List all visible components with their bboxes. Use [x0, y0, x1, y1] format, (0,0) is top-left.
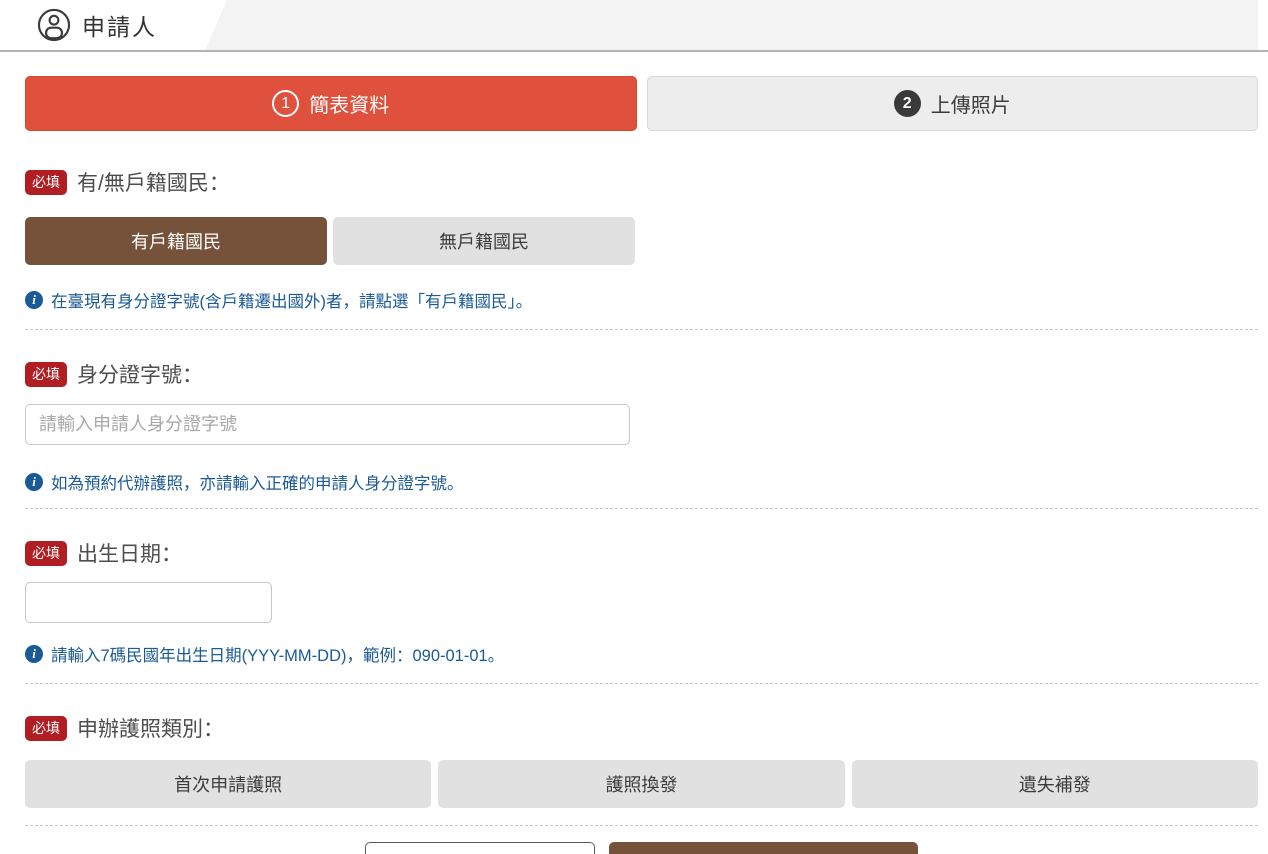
form-content: 1 簡表資料 2 上傳照片 必填 有/無戶籍國民： 有戶籍國民 無戶籍國民 i … [0, 76, 1268, 854]
option-first-application[interactable]: 首次申請護照 [25, 760, 431, 808]
national-id-info: i 如為預約代辦護照，亦請輸入正確的申請人身分證字號。 [25, 470, 1258, 494]
national-id-field-label: 必填 身分證字號： [25, 359, 1258, 389]
national-id-input[interactable] [25, 404, 630, 445]
header-tab: 申請人 [25, 0, 157, 50]
required-badge: 必填 [25, 362, 67, 387]
household-info-text: 在臺現有身分證字號(含戶籍遷出國外)者，請點選「有戶籍國民」。 [51, 288, 532, 312]
page-title: 申請人 [82, 8, 157, 42]
birth-date-label-text: 出生日期： [77, 538, 182, 568]
step-tabs: 1 簡表資料 2 上傳照片 [25, 76, 1258, 131]
birth-date-field-label: 必填 出生日期： [25, 538, 1258, 568]
section-header: 申請人 [0, 0, 1268, 52]
tab-upload-photo[interactable]: 2 上傳照片 [647, 76, 1259, 131]
person-circle-icon [37, 8, 71, 42]
household-info: i 在臺現有身分證字號(含戶籍遷出國外)者，請點選「有戶籍國民」。 [25, 288, 1258, 312]
divider [25, 508, 1258, 509]
required-badge: 必填 [25, 170, 67, 195]
passport-type-label-text: 申辦護照類別： [77, 713, 224, 743]
info-circle-icon: i [25, 645, 43, 663]
option-renewal[interactable]: 護照換發 [438, 760, 844, 808]
passport-application-page: 申請人 1 簡表資料 2 上傳照片 必填 有/無戶籍國民： 有戶籍國民 無戶籍國… [0, 0, 1268, 854]
passport-type-field-label: 必填 申辦護照類別： [25, 713, 1258, 743]
step-1-number: 1 [272, 90, 299, 117]
step-2-number: 2 [894, 90, 921, 117]
national-id-label-text: 身分證字號： [77, 359, 203, 389]
info-circle-icon: i [25, 473, 43, 491]
household-label-text: 有/無戶籍國民： [77, 167, 230, 197]
birth-date-input[interactable] [25, 582, 272, 623]
step-1-label: 簡表資料 [309, 89, 389, 118]
tab-form-data[interactable]: 1 簡表資料 [25, 76, 637, 131]
step-2-label: 上傳照片 [931, 89, 1011, 118]
household-options: 有戶籍國民 無戶籍國民 [25, 217, 1258, 265]
birth-date-info-text: 請輸入7碼民國年出生日期(YYY-MM-DD)，範例：090-01-01。 [51, 642, 504, 666]
required-badge: 必填 [25, 541, 67, 566]
save-next-button[interactable]: 儲存本頁，下一步：上傳照片 [609, 842, 918, 854]
option-without-household[interactable]: 無戶籍國民 [333, 217, 635, 265]
national-id-info-text: 如為預約代辦護照，亦請輸入正確的申請人身分證字號。 [51, 470, 464, 494]
household-field-label: 必填 有/無戶籍國民： [25, 167, 1258, 197]
birth-date-info: i 請輸入7碼民國年出生日期(YYY-MM-DD)，範例：090-01-01。 [25, 642, 1258, 666]
form-footer: 新增名額及修改日期 儲存本頁，下一步：上傳照片 [25, 842, 1258, 854]
required-badge: 必填 [25, 716, 67, 741]
passport-type-options: 首次申請護照 護照換發 遺失補發 [25, 760, 1258, 808]
divider [25, 329, 1258, 330]
divider [25, 683, 1258, 684]
add-quota-button[interactable]: 新增名額及修改日期 [365, 842, 594, 854]
divider [25, 825, 1258, 826]
header-background [205, 0, 1258, 50]
info-circle-icon: i [25, 291, 43, 309]
option-lost-replacement[interactable]: 遺失補發 [852, 760, 1258, 808]
option-with-household[interactable]: 有戶籍國民 [25, 217, 327, 265]
